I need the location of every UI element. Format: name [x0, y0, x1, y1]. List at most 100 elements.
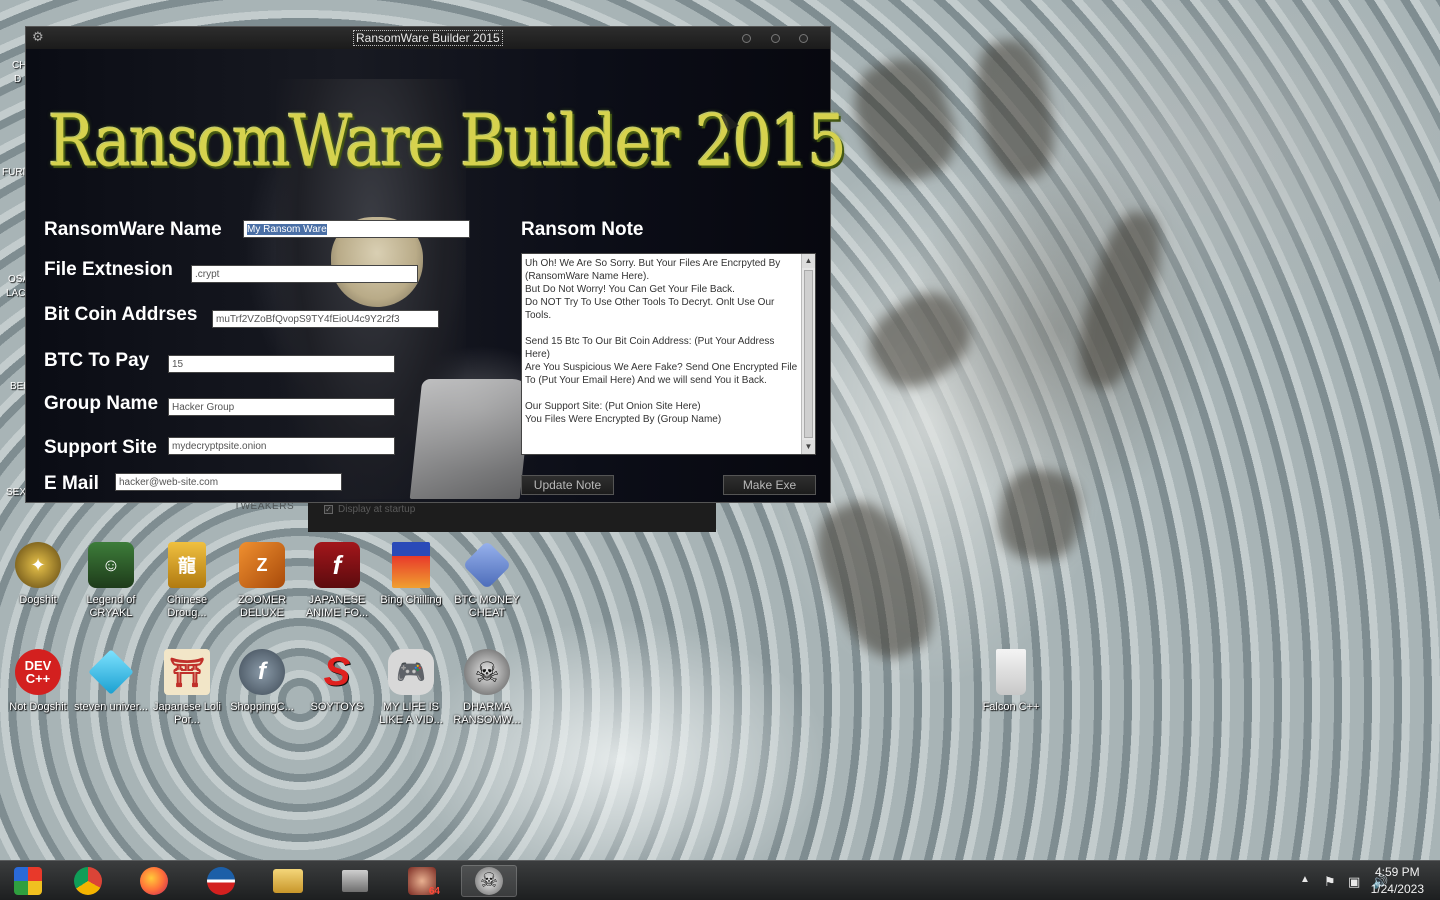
icon-label: DHARMA RANSOMW... [453, 701, 521, 726]
desktop-icon-japanese-anime[interactable]: f JAPANESE ANIME FO... [299, 542, 375, 620]
icon-label: MY LIFE IS LIKE A VID... [379, 701, 443, 726]
ransomware-name-label: RansomWare Name [44, 219, 222, 240]
icon-label: Japanese Loli Por... [153, 701, 221, 726]
scroll-up-arrow-icon[interactable]: ▲ [802, 254, 815, 268]
skull-icon: ☠ [464, 649, 510, 695]
archive-icon [342, 870, 368, 892]
taskbar-file-explorer[interactable] [260, 865, 316, 897]
desktop-icon-zoomer-deluxe[interactable]: Z ZOOMER DELUXE [224, 542, 300, 620]
chrome-icon [74, 867, 102, 895]
torii-icon: ⛩ [164, 649, 210, 695]
maximize-button[interactable] [771, 34, 780, 43]
taskbar-skull-app[interactable]: ☠ [461, 865, 517, 897]
minimize-button[interactable] [742, 34, 751, 43]
firefox-icon [140, 867, 168, 895]
clock[interactable]: 4:59 PM 1/24/2023 [1371, 864, 1424, 898]
desktop-icon-dogshit[interactable]: ✦ Dogshit [0, 542, 76, 607]
clock-time: 4:59 PM [1374, 865, 1420, 879]
btc-to-pay-input[interactable]: 15 [168, 355, 395, 373]
peek-label: LAC [6, 288, 26, 299]
icon-label: Falcon C++ [982, 701, 1040, 713]
desktop-icon-japanese-loli[interactable]: ⛩ Japanese Loli Por... [149, 649, 225, 727]
taskbar-archive[interactable] [327, 865, 383, 897]
dev-cpp-icon: DEV C++ [15, 649, 61, 695]
file-explorer-icon [273, 869, 303, 893]
desktop-icon-soytoys[interactable]: S SOYTOYS [299, 649, 375, 714]
icon-label: Bing Chilling [380, 594, 442, 606]
desktop-icon-not-dogshit[interactable]: DEV C++ Not Dogshit [0, 649, 76, 714]
startup-checkbox-label: Display at startup [338, 504, 416, 515]
gem-icon [88, 649, 134, 695]
taskbar-chrome[interactable] [60, 865, 116, 897]
peek-label: SEX [6, 487, 27, 498]
scroll-down-arrow-icon[interactable]: ▼ [802, 440, 815, 454]
peek-label: FURI [2, 167, 26, 178]
ransomware-name-value: My Ransom Ware [247, 224, 327, 235]
scroll-thumb[interactable] [804, 270, 813, 438]
make-exe-button[interactable]: Make Exe [723, 475, 816, 495]
pixel-character-icon: ☺ [88, 542, 134, 588]
ransom-note-text: Uh Oh! We Are So Sorry. But Your Files A… [525, 258, 798, 425]
taskbar: 64 ☠ ▲ ⚑ ▣ 🔊 4:59 PM 1/24/2023 [0, 860, 1440, 900]
group-name-label: Group Name [44, 393, 159, 414]
bitcoin-address-input[interactable]: muTrf2VZoBfQvopS9TY4fEioU4c9Y2r2f3 [212, 310, 439, 328]
taskbar-anime-app[interactable]: 64 [394, 865, 450, 897]
desktop-icon-falcon[interactable]: Falcon C++ [973, 649, 1049, 714]
ransomware-builder-window: ⚙ RansomWare Builder 2015 RansomWare Bui… [25, 26, 847, 503]
flash-icon: f [314, 542, 360, 588]
support-site-input[interactable]: mydecryptpsite.onion [168, 437, 395, 455]
taskbar-firefox[interactable] [126, 865, 182, 897]
start-button[interactable] [0, 865, 56, 897]
icon-label: Chinese Droug... [166, 594, 208, 619]
desktop-icon-chinese-droug[interactable]: 龍 Chinese Droug... [149, 542, 225, 620]
show-hidden-icons-icon[interactable]: ▲ [1300, 874, 1310, 885]
network-icon[interactable]: ▣ [1348, 874, 1360, 890]
peek-label: D [14, 74, 22, 85]
icon-label: ShoppingC... [230, 701, 294, 713]
window-title: RansomWare Builder 2015 [353, 30, 503, 46]
dogshit-icon: ✦ [15, 542, 61, 588]
btc-cheat-icon [462, 540, 512, 590]
desktop-icon-legend-of-cryakl[interactable]: ☺ Legend of CRYAKL [73, 542, 149, 620]
desktop-icon-btc-money-cheat[interactable]: BTC MONEY CHEAT [449, 540, 525, 620]
icon-label: Dogshit [19, 594, 57, 606]
bing-chilling-icon [392, 542, 430, 588]
desktop-icon-my-life[interactable]: 🎮 MY LIFE IS LIKE A VID... [373, 649, 449, 727]
skull-app-icon: ☠ [475, 867, 503, 895]
desktop-icon-dharma[interactable]: ☠ DHARMA RANSOMW... [449, 649, 525, 727]
flash-player-icon: f [239, 649, 285, 695]
ransomware-name-input[interactable]: My Ransom Ware [243, 220, 470, 238]
icon-label: SOYTOYS [310, 701, 364, 713]
file-extension-input[interactable]: .crypt [191, 265, 418, 283]
bitcoin-address-label: Bit Coin Addrses [44, 304, 198, 325]
ransom-note-textarea[interactable]: Uh Oh! We Are So Sorry. But Your Files A… [521, 253, 816, 455]
action-center-flag-icon[interactable]: ⚑ [1324, 874, 1336, 890]
email-input[interactable]: hacker@web-site.com [115, 473, 342, 491]
note-scrollbar[interactable]: ▲ ▼ [801, 254, 815, 454]
group-name-input[interactable]: Hacker Group [168, 398, 395, 416]
soytoys-icon: S [323, 649, 351, 694]
support-site-label: Support Site [44, 437, 157, 458]
app-icon[interactable]: ⚙ [32, 30, 46, 44]
email-label: E Mail [44, 473, 99, 494]
icon-label: Legend of CRYAKL [86, 594, 136, 619]
taskbar-obama-app[interactable] [193, 865, 249, 897]
update-note-button[interactable]: Update Note [521, 475, 614, 495]
icon-label: ZOOMER DELUXE [237, 594, 287, 619]
desktop-icon-shopping[interactable]: f ShoppingC... [224, 649, 300, 714]
icon-label: BTC MONEY CHEAT [454, 594, 520, 619]
icon-label: JAPANESE ANIME FO... [305, 594, 369, 619]
window-content: RansomWare Builder 2015 RansomWare Name … [26, 49, 847, 502]
logo-text: RansomWare Builder 2015 [48, 99, 847, 183]
title-bar[interactable]: ⚙ RansomWare Builder 2015 [26, 27, 830, 49]
chinese-dragon-icon: 龍 [168, 542, 206, 588]
startup-checkbox[interactable]: ✓ [324, 505, 333, 514]
start-orb-icon [14, 867, 42, 895]
file-extension-label: File Extnesion [44, 259, 173, 280]
zoomer-icon: Z [239, 542, 285, 588]
taskbar-badge: 64 [428, 886, 440, 897]
close-button[interactable] [799, 34, 808, 43]
desktop-icon-steven-universe[interactable]: steven univer... [73, 649, 149, 714]
recycle-bin-icon [996, 649, 1026, 695]
desktop-icon-bing-chilling[interactable]: Bing Chilling [373, 542, 449, 607]
